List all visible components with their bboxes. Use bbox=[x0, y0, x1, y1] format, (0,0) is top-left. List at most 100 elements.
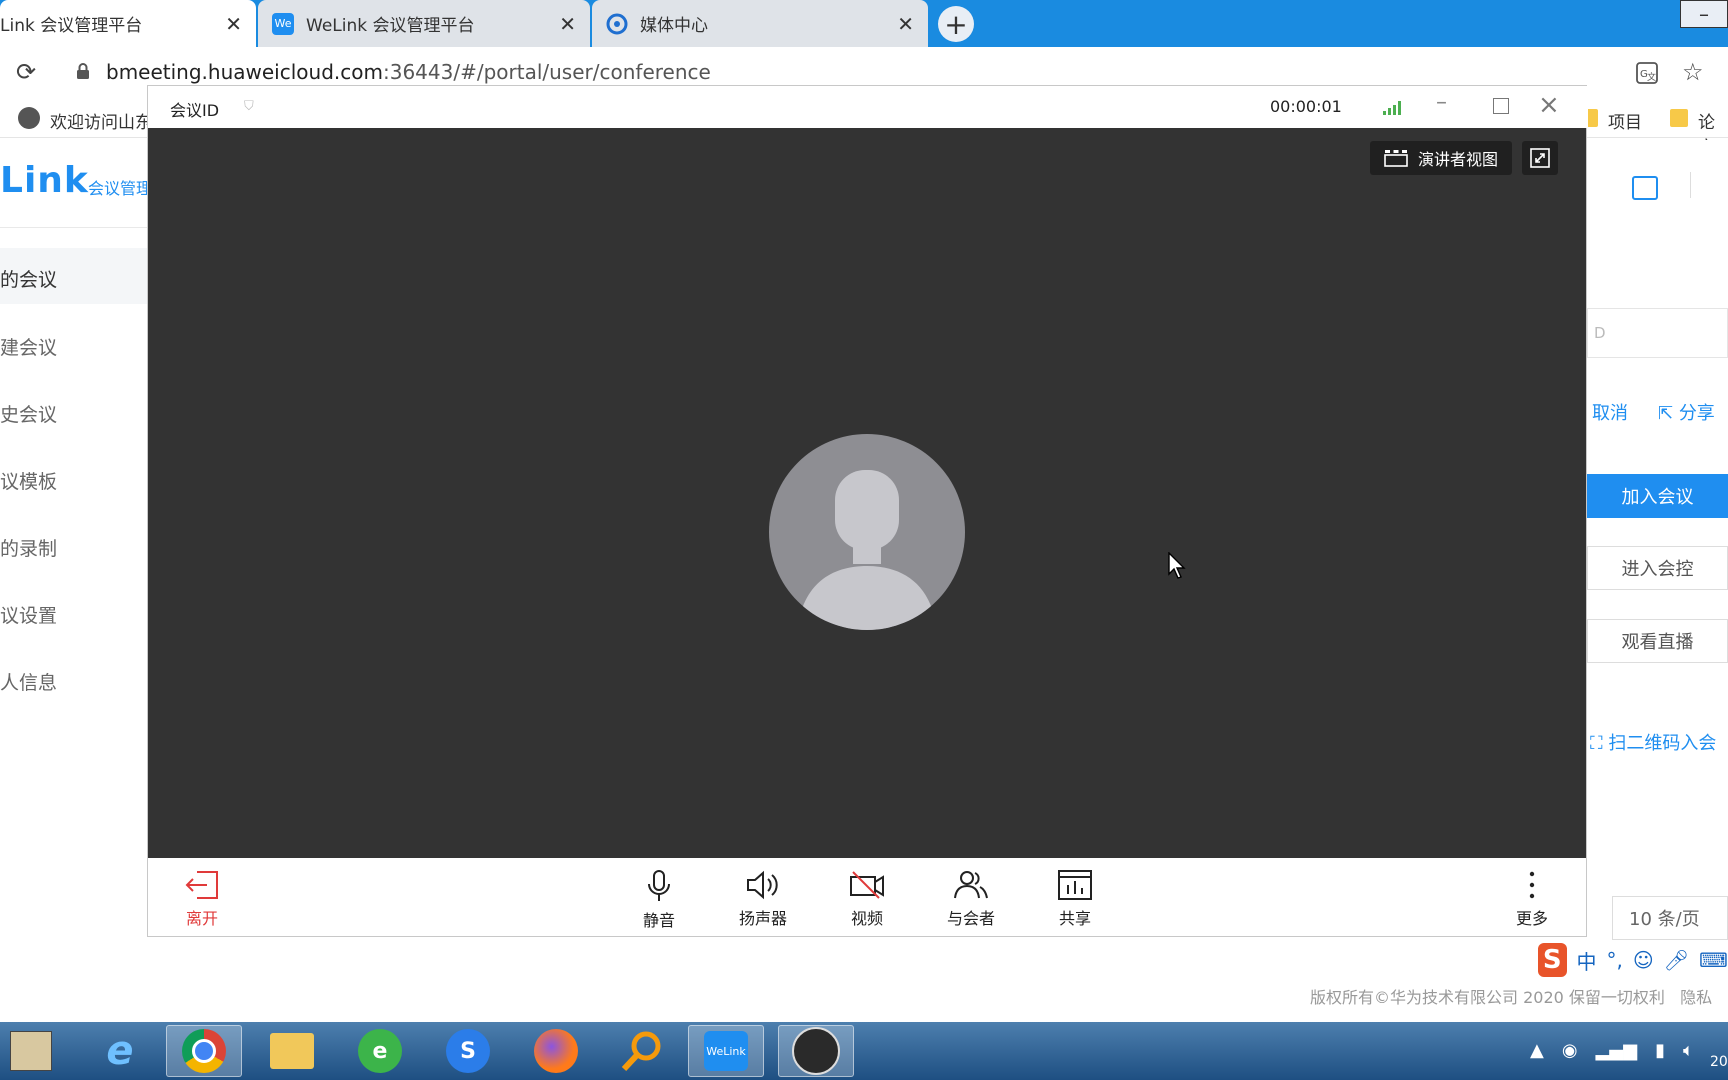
minimize-icon[interactable]: – bbox=[1436, 90, 1447, 115]
meeting-window: 会议ID ⛉ 00:00:01 – × 演讲者视图 离开 静音 扬声器 视频 与… bbox=[147, 85, 1588, 937]
participants-button[interactable]: 与会者 bbox=[931, 858, 1011, 936]
nav-item-history-meetings[interactable]: 史会议 bbox=[0, 400, 57, 427]
globe-icon bbox=[18, 107, 40, 129]
presenter-view-icon bbox=[1384, 150, 1408, 167]
participants-icon bbox=[954, 871, 988, 899]
join-meeting-button[interactable]: 加入会议 bbox=[1587, 474, 1728, 518]
ime-chinese-mode[interactable]: 中 bbox=[1577, 946, 1597, 975]
shield-icon: ⛉ bbox=[244, 99, 254, 114]
share-screen-icon bbox=[1058, 870, 1092, 900]
close-icon[interactable]: × bbox=[1538, 90, 1560, 120]
meeting-toolbar: 离开 静音 扬声器 视频 与会者 共享 更多 bbox=[148, 858, 1586, 936]
share-icon: ⇱ bbox=[1658, 403, 1679, 424]
taskbar-app-obs[interactable] bbox=[778, 1025, 854, 1077]
mouse-cursor-icon bbox=[1168, 551, 1186, 584]
header-divider bbox=[1690, 172, 1691, 198]
url-input[interactable]: bmeeting.huaweicloud.com:36443/#/portal/… bbox=[106, 60, 711, 84]
sogou-logo[interactable]: S bbox=[1538, 943, 1567, 977]
close-tab-icon[interactable]: ✕ bbox=[225, 12, 242, 36]
cancel-link[interactable]: 取消 bbox=[1592, 399, 1628, 425]
video-label: 视频 bbox=[850, 909, 883, 928]
nav-item-meeting-templates[interactable]: 议模板 bbox=[0, 467, 57, 494]
svg-text:文: 文 bbox=[1647, 71, 1656, 83]
taskbar-app-explorer-old[interactable] bbox=[0, 1025, 62, 1077]
leave-button[interactable]: 离开 bbox=[162, 858, 242, 936]
logo-subtitle: 会议管理 bbox=[88, 179, 153, 198]
presenter-view-button[interactable]: 演讲者视图 bbox=[1370, 141, 1512, 175]
obs-tray-icon[interactable]: ◉ bbox=[1562, 1040, 1578, 1061]
lock-icon[interactable] bbox=[76, 62, 90, 84]
reload-icon[interactable]: ⟳ bbox=[16, 58, 36, 86]
nav-item-my-recordings[interactable]: 的录制 bbox=[0, 534, 57, 561]
speaker-label: 扬声器 bbox=[738, 909, 787, 928]
speaker-button[interactable]: 扬声器 bbox=[723, 858, 803, 936]
voice-icon[interactable]: 🎤︎ bbox=[1664, 948, 1689, 972]
clock[interactable]: 20 bbox=[1710, 1054, 1728, 1070]
translate-icon[interactable]: G文 bbox=[1636, 62, 1658, 89]
page-size-select[interactable]: 10 条/页 bbox=[1612, 896, 1728, 940]
network-icon[interactable]: ▂▄▆ bbox=[1596, 1040, 1638, 1061]
taskbar-app-360[interactable]: e bbox=[342, 1025, 418, 1077]
firefox-icon bbox=[534, 1029, 578, 1073]
fullscreen-button[interactable] bbox=[1522, 141, 1558, 175]
more-vertical-icon bbox=[1529, 871, 1535, 899]
tab-title: 媒体中心 bbox=[640, 16, 708, 36]
maximize-icon[interactable] bbox=[1493, 98, 1509, 114]
header-divider bbox=[0, 227, 148, 228]
privacy-link[interactable]: 隐私 bbox=[1680, 988, 1712, 1007]
enter-control-button[interactable]: 进入会控 bbox=[1587, 546, 1728, 590]
bookmark-star-icon[interactable]: ☆ bbox=[1682, 58, 1704, 86]
close-tab-icon[interactable]: ✕ bbox=[897, 12, 914, 36]
magnifier-icon bbox=[621, 1031, 661, 1072]
power-icon[interactable]: ▮ bbox=[1655, 1040, 1665, 1061]
taskbar-app-sogou[interactable]: S bbox=[430, 1025, 506, 1077]
scan-qr-link[interactable]: ⛶ 扫二维码入会 bbox=[1590, 729, 1716, 755]
more-button[interactable]: 更多 bbox=[1492, 858, 1572, 936]
nav-item-meeting-settings[interactable]: 议设置 bbox=[0, 601, 57, 628]
taskbar-app-welink[interactable]: WeLink bbox=[688, 1025, 764, 1077]
nav-item-my-meetings[interactable]: 的会议 bbox=[0, 265, 57, 292]
share-link[interactable]: ⇱ 分享 bbox=[1658, 399, 1715, 425]
bookmark-project[interactable]: 项目 bbox=[1608, 108, 1642, 133]
video-button[interactable]: 视频 bbox=[827, 858, 907, 936]
tray-expand-icon[interactable]: ▲ bbox=[1530, 1040, 1544, 1061]
share-label: 共享 bbox=[1058, 909, 1091, 928]
taskbar-app-files[interactable] bbox=[254, 1025, 330, 1077]
leave-label: 离开 bbox=[185, 909, 218, 928]
tab-welink-platform[interactable]: We WeLink 会议管理平台 ✕ bbox=[258, 0, 590, 47]
taskbar-app-ie[interactable]: e bbox=[82, 1025, 158, 1077]
share-screen-button[interactable]: 共享 bbox=[1035, 858, 1115, 936]
fullscreen-icon bbox=[1530, 148, 1550, 168]
window-minimize-button[interactable]: – bbox=[1680, 0, 1728, 28]
search-input[interactable]: D bbox=[1587, 308, 1728, 358]
obs-icon bbox=[792, 1027, 840, 1075]
folder-icon bbox=[1670, 109, 1688, 127]
new-tab-button[interactable]: + bbox=[938, 6, 974, 42]
tab-title: Link 会议管理平台 bbox=[0, 16, 143, 36]
bookmark-welcome[interactable]: 欢迎访问山东 bbox=[50, 108, 152, 133]
app-icon bbox=[10, 1031, 52, 1071]
system-tray: ▲ ◉ ▂▄▆ ▮ 🔈︎ bbox=[1530, 1030, 1694, 1070]
page-footer: 版权所有©华为技术有限公司 2020 保留一切权利 隐私 bbox=[1310, 984, 1712, 1008]
close-tab-icon[interactable]: ✕ bbox=[559, 12, 576, 36]
taskbar-app-chrome[interactable] bbox=[166, 1025, 242, 1077]
volume-icon[interactable]: 🔈︎ bbox=[1683, 1040, 1694, 1061]
watch-live-button[interactable]: 观看直播 bbox=[1587, 619, 1728, 663]
calendar-icon[interactable] bbox=[1632, 176, 1658, 200]
scan-qr-label: 扫二维码入会 bbox=[1608, 733, 1717, 754]
speaker-icon bbox=[747, 870, 778, 900]
punctuation-icon[interactable]: °, bbox=[1607, 948, 1623, 972]
taskbar-app-search[interactable] bbox=[604, 1025, 680, 1077]
taskbar-app-firefox[interactable] bbox=[518, 1025, 594, 1077]
signal-strength-icon bbox=[1383, 100, 1401, 119]
welink-icon: WeLink bbox=[704, 1031, 748, 1071]
browser-360-icon: e bbox=[358, 1029, 402, 1073]
welink-logo: Link bbox=[0, 160, 89, 201]
tab-link-platform[interactable]: Link 会议管理平台 ✕ bbox=[0, 0, 256, 47]
tab-media-center[interactable]: 媒体中心 ✕ bbox=[592, 0, 928, 47]
nav-item-personal-info[interactable]: 人信息 bbox=[0, 668, 57, 695]
emoji-icon[interactable]: ☺ bbox=[1633, 948, 1654, 972]
nav-item-create-meeting[interactable]: 建会议 bbox=[0, 333, 57, 360]
mute-button[interactable]: 静音 bbox=[619, 858, 699, 936]
keyboard-icon[interactable]: ⌨ bbox=[1699, 948, 1728, 972]
